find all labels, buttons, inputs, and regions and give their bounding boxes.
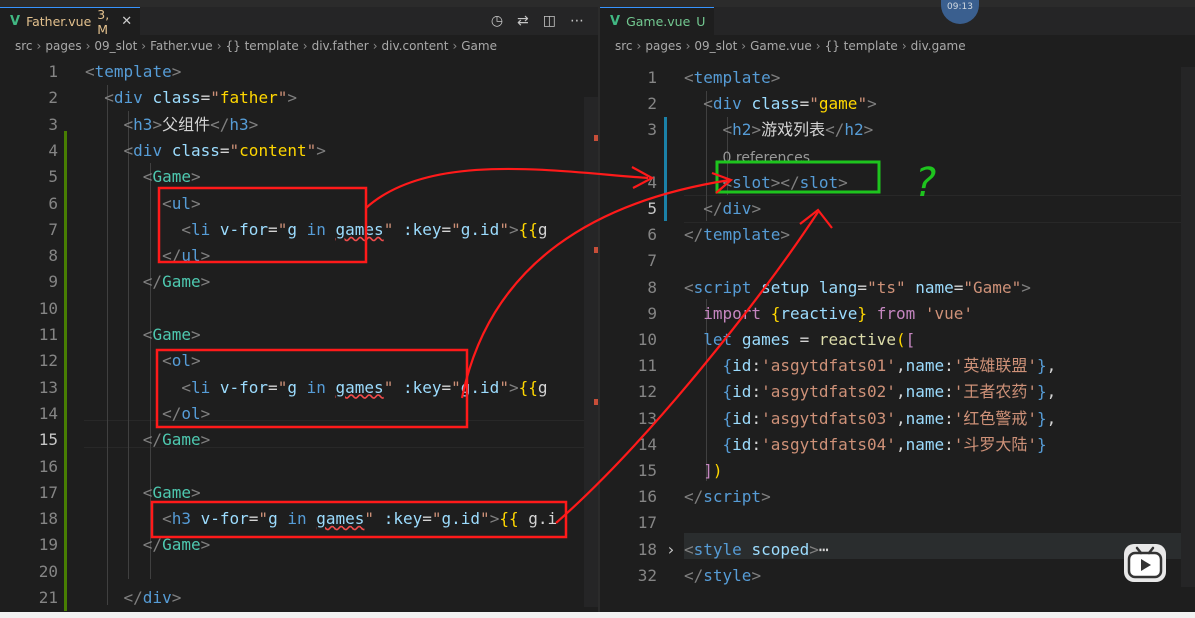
highlight-box-ul [157, 186, 368, 264]
annotation-overlay: ? [150, 160, 936, 539]
question-mark: ? [915, 160, 936, 206]
arrowhead [799, 208, 833, 229]
arrow-ol-to-slot [460, 178, 731, 399]
highlight-box-slot [715, 160, 881, 194]
highlight-box-h3 [150, 500, 568, 539]
highlight-box-ol [155, 348, 469, 429]
arrow-ul-to-slot [365, 167, 649, 209]
arrow-h3-to-slot [555, 211, 819, 524]
